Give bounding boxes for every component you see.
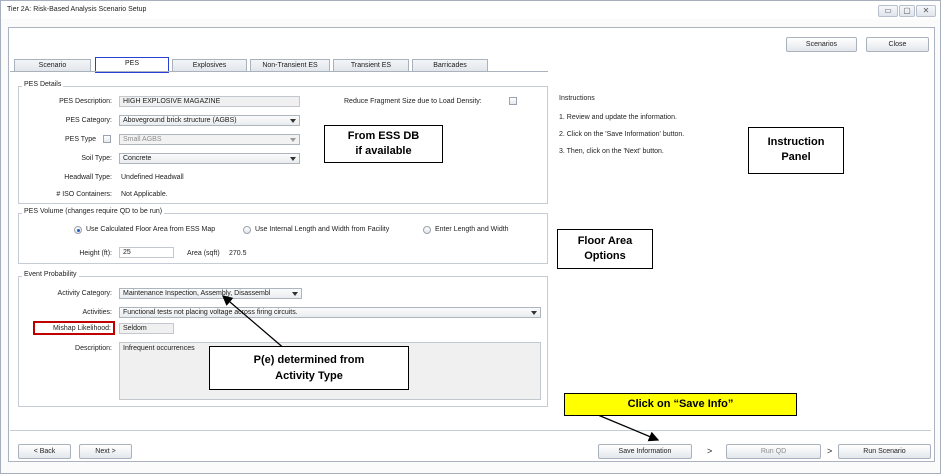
pe-annotation-arrow: [222, 295, 287, 351]
annotation-arrows: [222, 295, 660, 442]
ess-db-callout-line2: if available: [355, 145, 412, 157]
instruction-panel-callout-line1: Instruction: [767, 136, 825, 148]
ess-db-callout-line1: From ESS DB: [347, 130, 420, 142]
save-info-callout: Click on “Save Info”: [564, 393, 797, 416]
pe-callout: P(e) determined from Activity Type: [209, 346, 409, 390]
pe-callout-line1: P(e) determined from: [253, 354, 365, 366]
pe-callout-line2: Activity Type: [275, 370, 343, 382]
instruction-panel-callout-line2: Panel: [781, 151, 811, 163]
floor-area-callout-line1: Floor Area: [577, 235, 633, 247]
floor-area-callout: Floor Area Options: [557, 229, 653, 269]
instruction-panel-callout: Instruction Panel: [748, 127, 844, 174]
ess-db-callout: From ESS DB if available: [324, 125, 443, 163]
floor-area-callout-line2: Options: [584, 250, 626, 262]
save-info-annotation-arrow: [597, 414, 660, 442]
